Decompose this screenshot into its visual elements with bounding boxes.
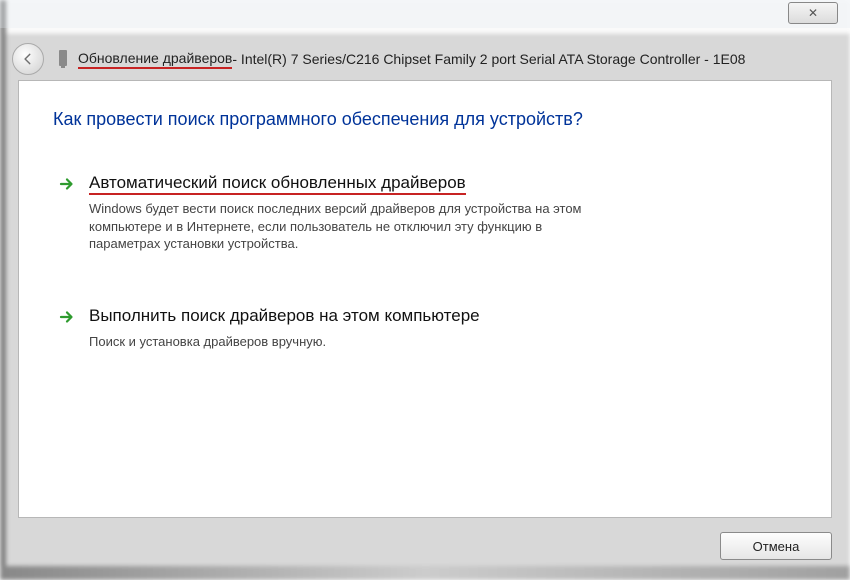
option-title: Выполнить поиск драйверов на этом компью… xyxy=(89,306,480,325)
wizard-title-rest: - Intel(R) 7 Series/C216 Chipset Family … xyxy=(232,51,745,67)
wizard-title: Обновление драйверов - Intel(R) 7 Series… xyxy=(78,50,745,69)
nav-row: Обновление драйверов - Intel(R) 7 Series… xyxy=(12,42,838,76)
device-icon xyxy=(56,50,70,68)
back-button[interactable] xyxy=(12,43,44,75)
option-auto-search[interactable]: Автоматический поиск обновленных драйвер… xyxy=(53,168,797,257)
option-title: Автоматический поиск обновленных драйвер… xyxy=(89,173,466,195)
page-heading: Как провести поиск программного обеспече… xyxy=(53,109,797,130)
arrow-right-icon xyxy=(57,307,77,327)
option-browse-computer[interactable]: Выполнить поиск драйверов на этом компью… xyxy=(53,301,797,355)
option-body: Автоматический поиск обновленных драйвер… xyxy=(89,172,793,253)
arrow-right-icon xyxy=(57,174,77,194)
footer: Отмена xyxy=(18,526,832,566)
window-close-button[interactable]: ✕ xyxy=(788,2,838,24)
wizard-title-highlight: Обновление драйверов xyxy=(78,50,232,69)
option-body: Выполнить поиск драйверов на этом компью… xyxy=(89,305,793,351)
driver-update-wizard-window: ✕ Обновление драйверов - Intel(R) 7 Seri… xyxy=(0,0,850,580)
option-desc: Поиск и установка драйверов вручную. xyxy=(89,333,609,351)
cancel-button[interactable]: Отмена xyxy=(720,532,832,560)
content-frame: Как провести поиск программного обеспече… xyxy=(18,80,832,518)
arrow-left-icon xyxy=(21,52,35,66)
option-desc: Windows будет вести поиск последних верс… xyxy=(89,200,609,253)
window-titlebar: ✕ xyxy=(0,0,850,28)
close-icon: ✕ xyxy=(808,6,818,20)
